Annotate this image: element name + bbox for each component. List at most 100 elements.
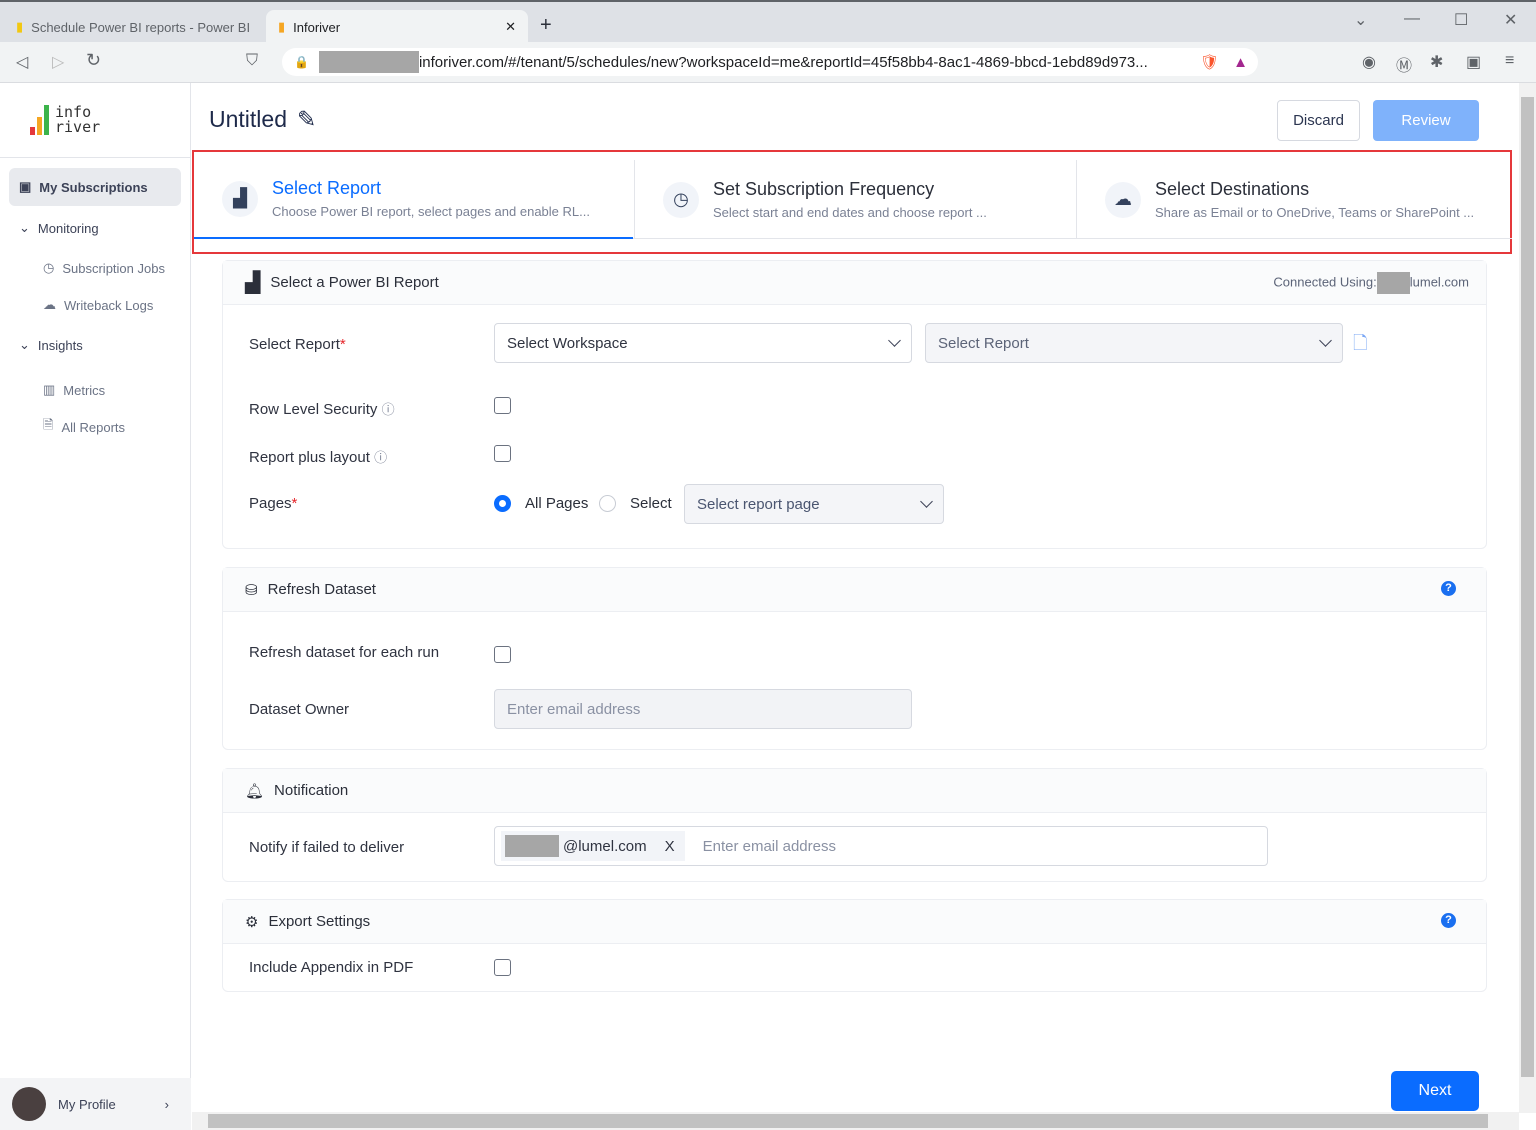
notification-card: 🔔︎ Notification Notify if failed to deliv… [222,768,1487,882]
redacted [318,51,419,73]
chip-remove-button[interactable]: X [665,838,675,855]
chevron-down-icon: ⌄ [19,337,30,352]
cloud-upload-icon: ☁ [1105,181,1141,218]
lock-icon: 🔒 [294,55,309,69]
email-chip: @lumel.com X [501,831,685,861]
report-preview-icon[interactable]: 🗋 [1353,331,1367,361]
notify-email-input[interactable]: @lumel.com X Enter email address [494,826,1268,866]
gear-icon: ⚙ [245,913,259,931]
refresh-each-run-checkbox[interactable] [494,646,511,663]
appendix-checkbox[interactable] [494,959,511,976]
back-icon[interactable]: ◁ [16,52,28,72]
browser-tab[interactable]: ▮ Schedule Power BI reports - Power BI [4,10,262,44]
inforiver-logo: info river [30,105,100,135]
url-field[interactable]: 🔒 inforiver.com/#/tenant/5/schedules/new… [282,48,1258,76]
powerbi-icon: ▮ [16,19,24,34]
sidebar-group-monitoring[interactable]: ⌄ Monitoring [9,209,181,247]
page-title: Untitled ✎ [209,106,317,133]
sidebar-item-all-reports[interactable]: 🗎 All Reports [9,408,181,446]
new-tab-icon[interactable]: + [540,14,552,37]
extension-icon[interactable]: ◉ [1362,52,1376,72]
report-dropdown[interactable]: Select Report [925,323,1343,363]
brave-icon[interactable]: 🛡 [1200,53,1219,71]
discard-button[interactable]: Discard [1277,100,1360,141]
info-icon: ⓘ [374,450,388,465]
select-report-card: ▟ Select a Power BI Report Connected Usin… [222,260,1487,549]
browser-tab-bar: ▮ Schedule Power BI reports - Power BI ▮ I… [0,0,1536,44]
url-text: inforiver.com/#/tenant/5/schedules/new?w… [418,53,1148,71]
notify-label: Notify if failed to deliver [249,839,405,856]
clock-icon: ◷ [43,260,55,275]
vertical-scrollbar[interactable] [1519,83,1536,1113]
help-icon[interactable]: ? [1441,913,1456,928]
puzzle-icon[interactable]: ✱ [1430,52,1443,72]
refresh-dataset-card: ⛁ Refresh Dataset ? Refresh dataset for e… [222,567,1487,750]
sidebar-item-my-subscriptions[interactable]: ▣ My Subscriptions [9,168,181,206]
avatar [12,1087,46,1121]
tab-title: Inforiver [293,19,341,35]
step-subscription-frequency[interactable]: ◷ Set Subscription Frequency Select start … [634,160,1075,239]
dataset-owner-input[interactable]: Enter email address [494,689,912,729]
minimize-icon[interactable]: — [1404,10,1420,28]
export-settings-card: ⚙ Export Settings ? Include Appendix in P… [222,899,1487,992]
section-title: Notification [274,782,349,799]
step-select-destinations[interactable]: ☁ Select Destinations Share as Email or to… [1076,160,1510,239]
close-tab-icon[interactable]: ✕ [505,19,516,35]
chevron-down-icon: ⌄ [19,220,30,235]
database-icon: ⛁ [245,581,258,599]
chevron-right-icon: › [164,1096,169,1112]
sidebar-item-writeback-logs[interactable]: ☁ Writeback Logs [9,286,181,324]
window-close-icon[interactable]: ✕ [1504,10,1517,30]
chart-icon: ▥ [43,382,56,397]
report-chart-icon: ▟ [245,272,261,294]
bell-icon: 🔔︎ [245,782,265,800]
sidebar-group-insights[interactable]: ⌄ Insights [9,326,181,364]
section-title: Refresh Dataset [267,581,376,598]
forward-icon[interactable]: ▷ [52,52,64,72]
horizontal-scrollbar[interactable] [192,1112,1519,1130]
step-select-report[interactable]: ▟ Select Report Choose Power BI report, se… [194,160,633,239]
wallet-icon[interactable]: ▣ [1466,52,1481,72]
clock-icon: ◷ [663,181,699,218]
document-icon: 🗎 [43,417,54,432]
appendix-label: Include Appendix in PDF [249,959,414,976]
section-title: Export Settings [268,913,371,930]
chevron-down-icon [888,334,901,347]
info-icon: ⓘ [381,402,395,417]
select-report-label: Select Report* [249,336,346,353]
refresh-each-run-label: Refresh dataset for each run [249,644,440,661]
layout-label: Report plus layout ⓘ [249,449,388,466]
dataset-owner-label: Dataset Owner [249,701,350,718]
review-button[interactable]: Review [1373,100,1479,141]
my-profile[interactable]: My Profile › [0,1078,191,1130]
browser-tab-active[interactable]: ▮ Inforiver ✕ [266,10,528,44]
help-icon[interactable]: ? [1441,581,1456,596]
select-pages-label: Select [630,495,672,512]
next-button[interactable]: Next [1391,1071,1479,1111]
tab-title: Schedule Power BI reports - Power BI [31,19,251,35]
cloud-upload-icon: ☁ [43,297,56,312]
bookmark-icon[interactable]: ⛉ [246,52,258,70]
sidebar-item-metrics[interactable]: ▥ Metrics [9,371,181,409]
select-pages-radio[interactable] [599,495,616,512]
rls-checkbox[interactable] [494,397,511,414]
report-page-dropdown[interactable]: Select report page [684,484,944,524]
connected-using: Connected Using: lumel.com [1273,271,1469,294]
sidebar: info river ▣ My Subscriptions ⌄ Monitoring … [0,83,191,1130]
rls-label: Row Level Security ⓘ [249,401,395,418]
workspace-dropdown[interactable]: Select Workspace [494,323,912,363]
all-pages-radio[interactable] [494,495,511,512]
chevron-down-icon [920,495,933,508]
m-extension-icon[interactable]: Ⓜ [1396,52,1412,76]
bat-icon[interactable]: ▲ [1233,54,1248,71]
edit-pencil-icon[interactable]: ✎ [297,106,316,133]
section-title: Select a Power BI Report [270,274,439,291]
tab-search-icon[interactable]: ⌄ [1354,10,1367,30]
layout-checkbox[interactable] [494,445,511,462]
reload-icon[interactable]: ↻ [86,50,101,71]
maximize-icon[interactable]: ☐ [1454,10,1468,30]
pages-label: Pages* [249,495,298,512]
menu-icon[interactable]: ≡ [1505,52,1514,70]
sidebar-item-subscription-jobs[interactable]: ◷ Subscription Jobs [9,249,181,287]
report-chart-icon: ▟ [222,180,258,217]
